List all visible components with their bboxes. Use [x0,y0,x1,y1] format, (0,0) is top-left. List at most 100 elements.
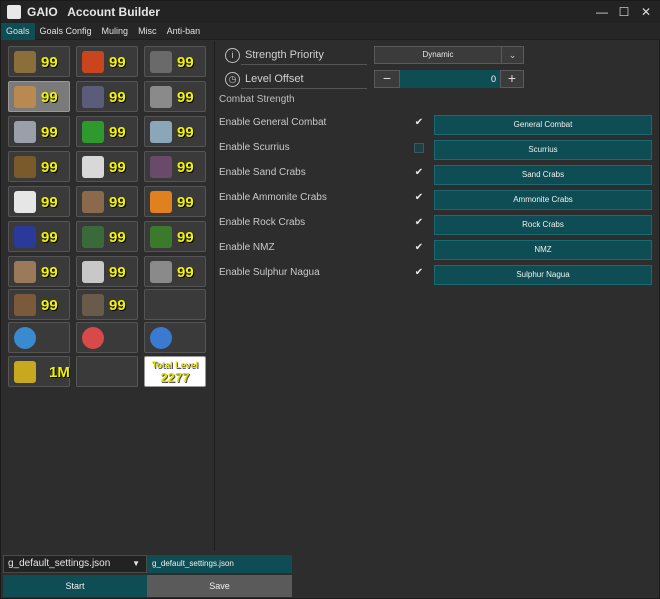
option-checkbox[interactable] [414,143,424,153]
skill-tile-slayer[interactable]: 99 [76,256,138,287]
skill-level: 99 [41,297,58,314]
skill-level: 99 [109,89,126,106]
strength-priority-select[interactable]: Dynamic ⌄ [374,46,524,64]
maximize-button[interactable]: ☐ [613,5,635,19]
option-config-button[interactable]: Sulphur Nagua [434,265,652,285]
offset-decrement-button[interactable]: − [374,70,400,88]
mining-icon [150,51,172,73]
skill-level: 99 [109,124,126,141]
skill-tile-sailing[interactable] [144,289,206,320]
skill-level: 99 [41,124,58,141]
option-checkbox[interactable]: ✔ [414,218,424,228]
skill-level: 1M [49,364,70,381]
level-offset-label: Level Offset [245,73,304,85]
skill-tile-smithing[interactable]: 99 [144,81,206,112]
skill-tile-strength[interactable]: 99 [8,81,70,112]
tab-muling[interactable]: Muling [97,23,134,40]
option-checkbox[interactable]: ✔ [414,243,424,253]
close-button[interactable]: ✕ [635,5,657,19]
offset-increment-button[interactable]: + [500,70,524,88]
skill-level: 99 [109,229,126,246]
skill-tile-herblore[interactable]: 99 [76,116,138,147]
skill-level: 99 [41,194,58,211]
tab-goals[interactable]: Goals [1,22,35,40]
skill-tile-firemaking[interactable]: 99 [144,186,206,217]
skill-tile-woodcutting[interactable]: 99 [144,221,206,252]
skill-tile-combat[interactable] [76,322,138,353]
option-checkbox[interactable]: ✔ [414,193,424,203]
title-bar: GAIO Account Builder — ☐ ✕ [1,1,660,23]
agility-icon [82,86,104,108]
skill-level: 99 [109,194,126,211]
bottom-bar: g_default_settings.json ▼ g_default_sett… [1,553,660,599]
fletching-icon [82,226,104,248]
skill-level: 99 [177,54,194,71]
skill-tile-cooking[interactable]: 99 [144,151,206,182]
skill-tile-gold[interactable]: 1M [8,356,70,387]
option-label: Enable General Combat [219,117,327,128]
skill-tile-thieving[interactable]: 99 [76,151,138,182]
skill-level: 99 [177,159,194,176]
skill-tile-attack[interactable]: 99 [8,46,70,77]
skill-tile-agility[interactable]: 99 [76,81,138,112]
skill-tile-magic[interactable]: 99 [8,221,70,252]
skill-tile-fishing[interactable]: 99 [144,116,206,147]
skill-tile-empty[interactable] [76,356,138,387]
clock-icon: ◷ [225,71,240,87]
save-button[interactable]: Save [147,575,292,597]
settings-file-select[interactable]: g_default_settings.json ▼ [3,555,147,573]
option-checkbox[interactable]: ✔ [414,168,424,178]
skill-tile-ranged[interactable]: 99 [8,151,70,182]
option-checkbox[interactable]: ✔ [414,268,424,278]
divider [241,64,367,65]
start-button[interactable]: Start [3,575,147,597]
option-config-button[interactable]: Ammonite Crabs [434,190,652,210]
strength-priority-value: Dynamic [422,50,454,59]
skill-tile-diary[interactable] [144,322,206,353]
skill-tile-mining[interactable]: 99 [144,46,206,77]
option-config-button[interactable]: NMZ [434,240,652,260]
skill-tile-prayer[interactable]: 99 [8,186,70,217]
skill-tile-farming[interactable]: 99 [144,256,206,287]
total-level-label: Total Level [151,360,199,370]
skill-level: 99 [177,229,194,246]
option-config-button[interactable]: Scurrius [434,140,652,160]
total-level-value: 2277 [160,370,190,385]
skill-tile-runecraft[interactable]: 99 [8,256,70,287]
skill-level: 99 [109,54,126,71]
option-label: Enable Rock Crabs [219,217,306,228]
skill-level: 99 [41,264,58,281]
settings-file-name-input[interactable]: g_default_settings.json [147,555,292,573]
skills-grid: 99 99 99 99 99 99 99 99 99 99 99 99 99 99 99 99 99 99 99 99… [5,43,211,393]
skill-level: 99 [109,159,126,176]
skill-tile-crafting[interactable]: 99 [76,186,138,217]
smithing-icon [150,86,172,108]
tab-anti-ban[interactable]: Anti-ban [162,23,206,40]
option-label: Enable NMZ [219,242,275,253]
skill-level: 99 [177,264,194,281]
divider [241,88,367,89]
skill-tile-quest[interactable] [8,322,70,353]
thieving-icon [82,156,104,178]
skill-tile-defence[interactable]: 99 [8,116,70,147]
chevron-down-icon[interactable]: ⌄ [501,47,523,63]
crafting-icon [82,191,104,213]
tab-misc[interactable]: Misc [133,23,162,40]
option-config-button[interactable]: Rock Crabs [434,215,652,235]
minimize-button[interactable]: — [591,5,613,19]
skill-level: 99 [177,194,194,211]
option-config-button[interactable]: Sand Crabs [434,165,652,185]
skill-tile-hitpoints[interactable]: 99 [76,46,138,77]
tab-bar: Goals Goals Config Muling Misc Anti-ban [1,22,660,40]
woodcutting-icon [150,226,172,248]
skill-tile-fletching[interactable]: 99 [76,221,138,252]
offset-value-input[interactable]: 0 [400,70,500,88]
skill-level: 99 [41,89,58,106]
firemaking-icon [150,191,172,213]
tab-goals-config[interactable]: Goals Config [35,23,97,40]
option-checkbox[interactable]: ✔ [414,118,424,128]
skill-tile-construction[interactable]: 99 [8,289,70,320]
skill-tile-hunter[interactable]: 99 [76,289,138,320]
option-config-button[interactable]: General Combat [434,115,652,135]
settings-file-value: g_default_settings.json [8,558,111,569]
